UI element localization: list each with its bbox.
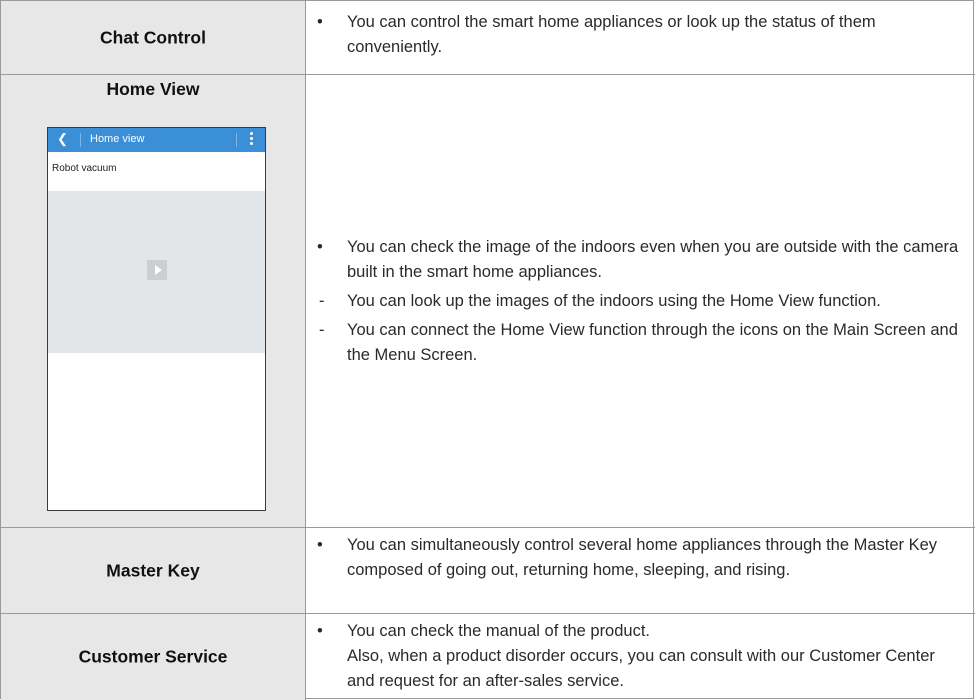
feature-description-cell: • You can check the manual of the produc… [307, 614, 975, 700]
feature-name-cell: Master Key [1, 528, 306, 613]
feature-title-chat-control: Chat Control [100, 27, 206, 47]
table-row-home-view: Home View ❮ Home view Robot vacuum • You… [1, 74, 975, 527]
dash-marker: - [319, 321, 325, 339]
dash-text: You can look up the images of the indoor… [347, 292, 881, 310]
bullet-text: You can check the image of the indoors e… [347, 238, 959, 281]
phone-screen-title: Home view [90, 133, 145, 145]
feature-table: Chat Control • You can control the smart… [0, 0, 975, 700]
feature-description-cell: • You can control the smart home applian… [307, 1, 975, 74]
dash-marker: - [319, 292, 325, 310]
bullet-list: • You can check the image of the indoors… [307, 235, 975, 368]
back-arrow-icon[interactable]: ❮ [57, 131, 68, 147]
table-row-chat-control: Chat Control • You can control the smart… [1, 1, 975, 74]
bullet-marker: • [317, 536, 323, 554]
phone-screenshot: ❮ Home view Robot vacuum [47, 127, 266, 511]
bullet-item: • You can control the smart home applian… [307, 10, 975, 60]
feature-title-master-key: Master Key [106, 560, 200, 580]
bullet-text: You can control the smart home appliance… [347, 13, 876, 56]
phone-app-bar: ❮ Home view [48, 128, 265, 152]
play-icon[interactable] [147, 260, 167, 280]
bullet-marker: • [317, 622, 323, 640]
bullet-item: • You can simultaneously control several… [307, 533, 975, 583]
more-vertical-icon[interactable] [250, 132, 253, 147]
table-row-master-key: Master Key • You can simultaneously cont… [1, 527, 975, 613]
table-row-customer-service: Customer Service • You can check the man… [1, 613, 975, 700]
camera-view[interactable] [48, 191, 265, 353]
bullet-marker: • [317, 13, 323, 31]
feature-name-cell: Home View ❮ Home view Robot vacuum [1, 75, 306, 527]
divider [236, 133, 237, 147]
feature-description-cell: • You can check the image of the indoors… [307, 75, 975, 527]
feature-name-cell: Customer Service [1, 614, 306, 700]
divider [80, 133, 81, 147]
feature-name-cell: Chat Control [1, 1, 306, 74]
feature-description-cell: • You can simultaneously control several… [307, 528, 975, 613]
dash-text: You can connect the Home View function t… [347, 321, 958, 364]
bullet-text-continued: Also, when a product disorder occurs, yo… [347, 647, 935, 690]
bullet-text: You can simultaneously control several h… [347, 536, 938, 579]
bullet-text: You can check the manual of the product. [347, 622, 651, 640]
device-label: Robot vacuum [52, 163, 117, 174]
dash-item: - You can look up the images of the indo… [307, 289, 975, 314]
dash-item: - You can connect the Home View function… [307, 318, 975, 368]
bullet-item: • You can check the image of the indoors… [307, 235, 975, 285]
bullet-item: • You can check the manual of the produc… [307, 619, 975, 694]
feature-title-home-view: Home View [106, 79, 200, 99]
bullet-marker: • [317, 238, 323, 256]
feature-title-customer-service: Customer Service [78, 646, 228, 667]
